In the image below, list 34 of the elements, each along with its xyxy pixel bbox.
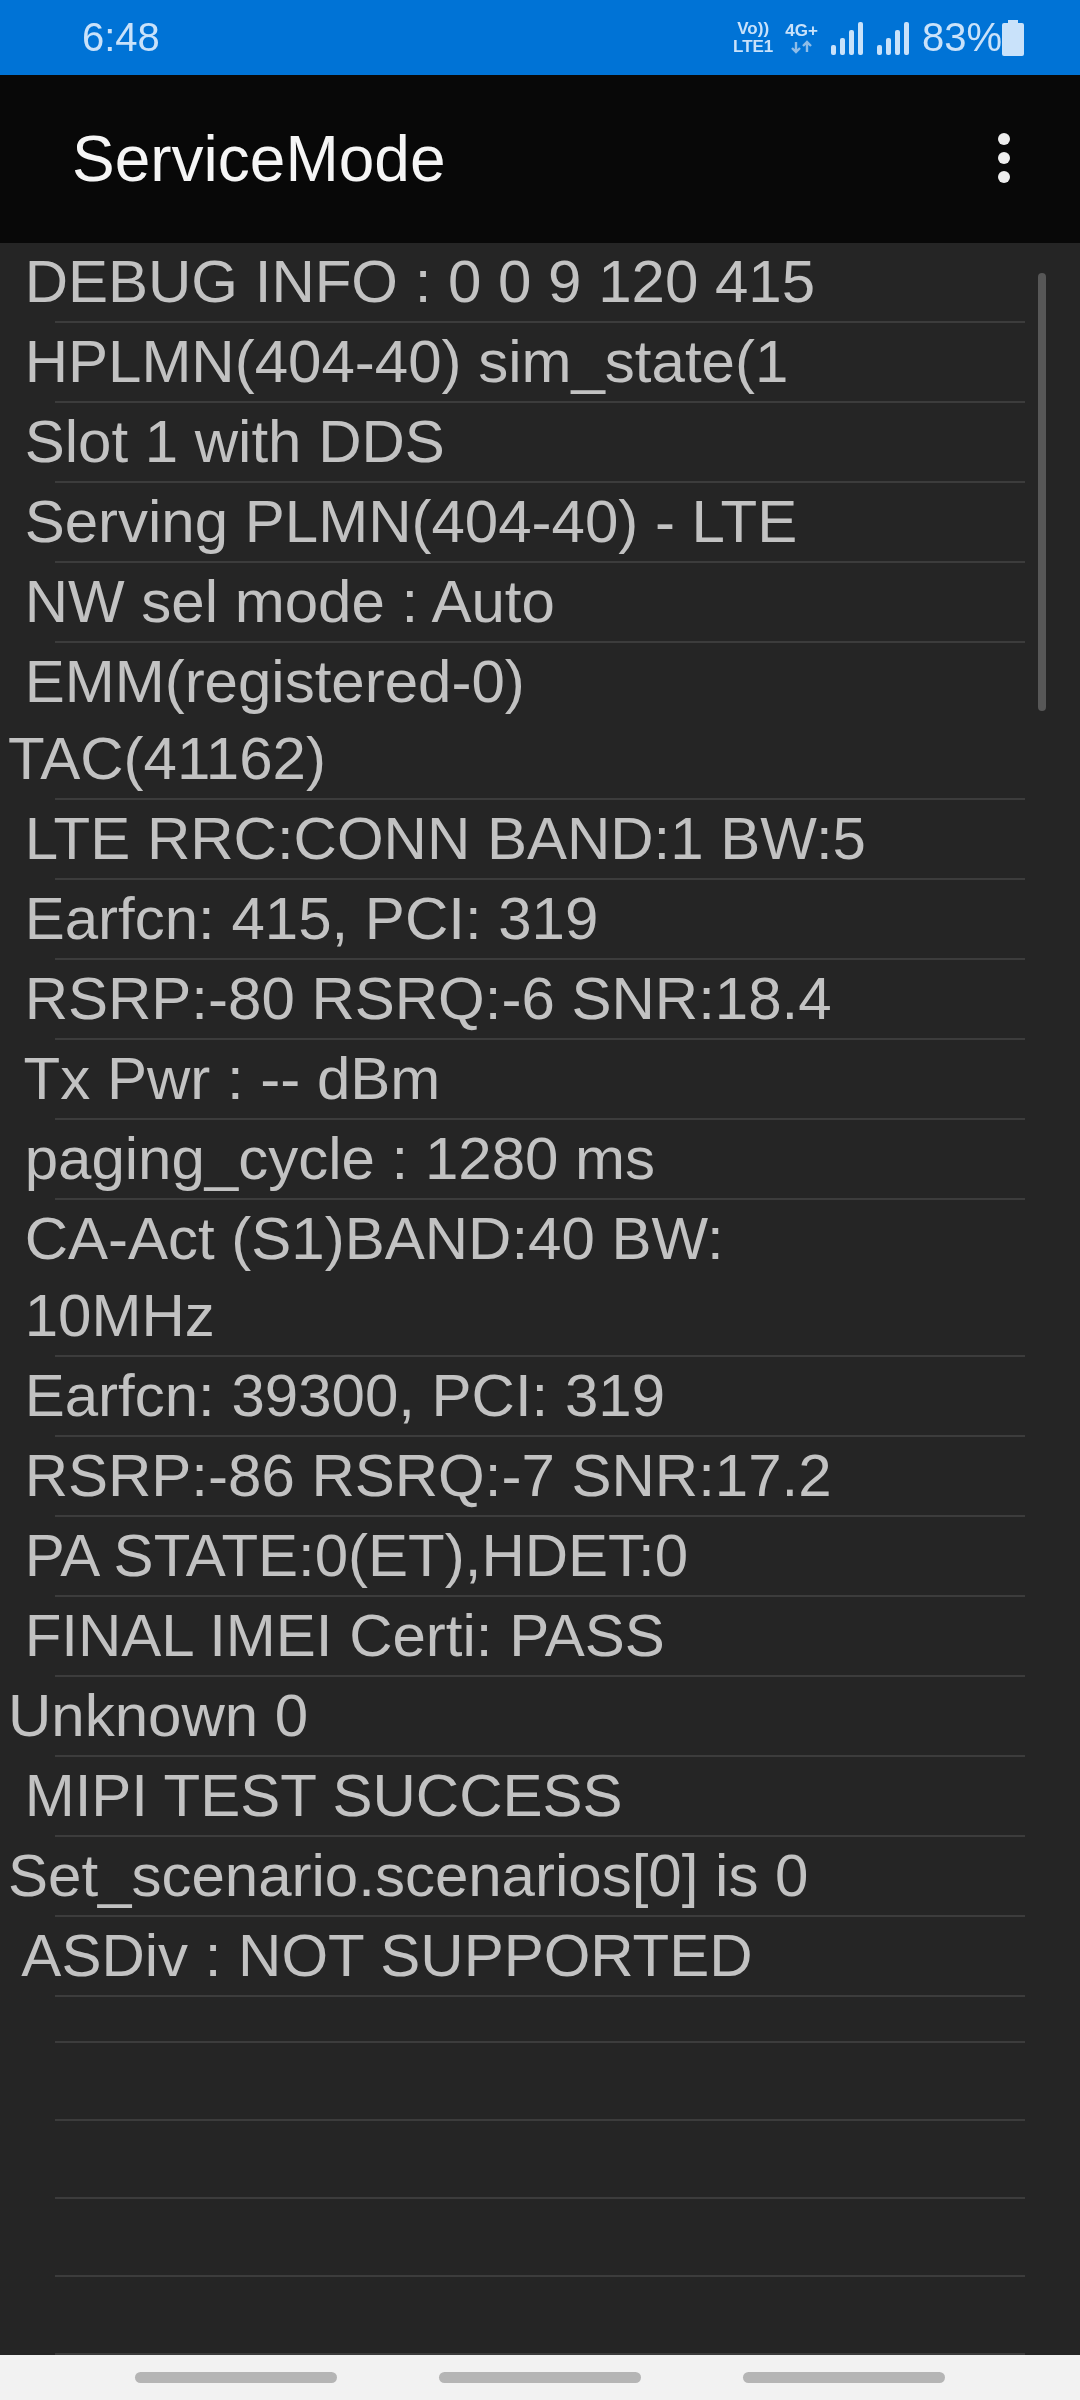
info-line: Serving PLMN(404-40) - LTE	[23, 487, 798, 557]
info-line: LTE RRC:CONN BAND:1 BW:5	[23, 804, 866, 874]
info-line: RSRP:-80 RSRQ:-6 SNR:18.4	[23, 964, 832, 1034]
info-line: NW sel mode : Auto	[23, 567, 555, 637]
info-line: 10MHz	[23, 1281, 215, 1351]
clock-time: 6:48	[82, 15, 161, 60]
battery-percent: 83%	[921, 15, 1002, 60]
battery-icon	[1002, 19, 1024, 56]
info-line: Set_scenario.scenarios[0] is 0	[8, 1841, 809, 1911]
more-options-icon	[996, 131, 1012, 184]
nav-handle[interactable]	[439, 2372, 641, 2383]
info-line: Unknown 0	[8, 1681, 309, 1751]
info-line: MIPI TEST SUCCESS	[23, 1761, 623, 1831]
info-line: HPLMN(404-40) sim_state(1	[23, 327, 789, 397]
nav-handle[interactable]	[743, 2372, 945, 2383]
info-line: paging_cycle : 1280 ms	[23, 1124, 656, 1194]
volte-indicator: Vo)) LTE1	[733, 19, 774, 56]
info-line: FINAL IMEI Certi: PASS	[23, 1601, 665, 1671]
info-line: CA-Act (S1)BAND:40 BW:	[23, 1204, 724, 1274]
app-title: ServiceMode	[72, 122, 447, 196]
signal-icon	[829, 20, 866, 55]
info-line: Slot 1 with DDS	[23, 407, 445, 477]
info-line: Earfcn: 39300, PCI: 319	[23, 1361, 666, 1431]
nav-handle[interactable]	[135, 2372, 337, 2383]
info-line: ASDiv : NOT SUPPORTED	[20, 1921, 753, 1991]
info-line: Earfcn: 415, PCI: 319	[23, 884, 599, 954]
info-line: EMM(registered-0)	[23, 647, 525, 717]
info-line: Tx Pwr : -- dBm	[22, 1044, 441, 1114]
info-line: DEBUG INFO : 0 0 9 120 415	[23, 247, 816, 317]
signal-icon	[875, 20, 912, 55]
info-line: TAC(41162)	[8, 724, 326, 794]
info-line: RSRP:-86 RSRQ:-7 SNR:17.2	[23, 1441, 832, 1511]
network-type-indicator: 4G+	[785, 21, 818, 54]
info-line: PA STATE:0(ET),HDET:0	[23, 1521, 689, 1591]
